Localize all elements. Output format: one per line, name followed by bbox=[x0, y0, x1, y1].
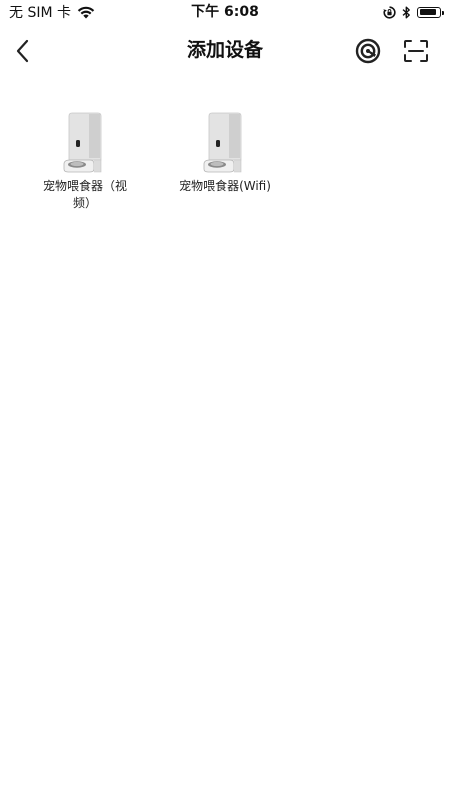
scan-button[interactable] bbox=[401, 36, 431, 66]
status-bar: 无 SIM 卡 下午 6:08 bbox=[0, 0, 450, 24]
device-item-pet-feeder-wifi[interactable]: 宠物喂食器(Wifi) bbox=[175, 100, 275, 195]
hotspot-icon bbox=[355, 38, 381, 64]
device-label: 宠物喂食器(Wifi) bbox=[179, 179, 271, 193]
status-right bbox=[383, 3, 444, 21]
orientation-lock-icon bbox=[383, 5, 396, 19]
add-device-screen: 无 SIM 卡 下午 6:08 添加设备 宠物喂食器（视频） 宠物喂食器(Wif… bbox=[0, 0, 450, 800]
pet-feeder-image bbox=[63, 112, 102, 173]
scan-icon bbox=[404, 40, 428, 62]
nav-bar: 添加设备 bbox=[0, 24, 450, 76]
battery-icon bbox=[417, 6, 444, 18]
bluetooth-icon bbox=[402, 6, 410, 18]
device-item-pet-feeder-video[interactable]: 宠物喂食器（视频） bbox=[35, 100, 135, 212]
device-label: 宠物喂食器（视频） bbox=[42, 179, 127, 210]
pet-feeder-image bbox=[203, 112, 242, 173]
hotspot-button[interactable] bbox=[353, 36, 383, 66]
